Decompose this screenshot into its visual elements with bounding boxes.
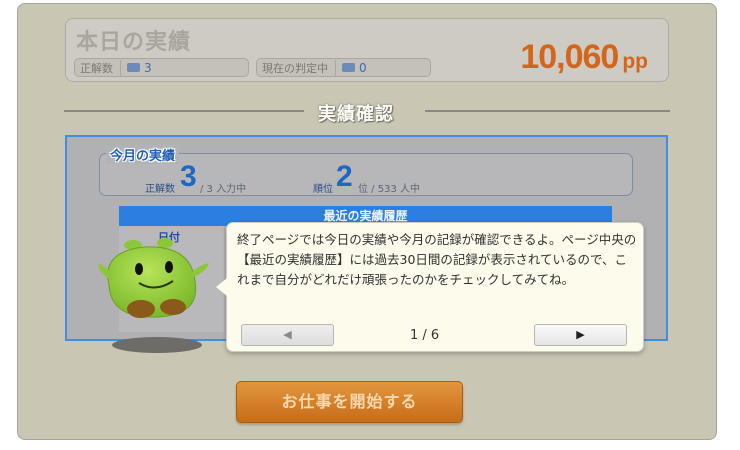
correct-count-label: 正解数: [80, 59, 121, 76]
month-rank-value: 2: [336, 160, 353, 193]
points-display: 10,060 pp: [520, 38, 648, 77]
correct-count-value: 3: [144, 60, 152, 75]
section-title: 実績確認: [318, 104, 394, 125]
month-correct-sub: / 3 入力中: [200, 184, 247, 195]
month-correct-value: 3: [180, 160, 197, 193]
tutorial-prev-button[interactable]: ◀: [241, 324, 334, 346]
points-value: 10,060: [520, 38, 619, 76]
today-summary-title: 本日の実績: [76, 30, 192, 55]
section-divider-right: [425, 110, 670, 112]
tutorial-next-button[interactable]: ▶: [534, 324, 627, 346]
judging-count-value: 0: [359, 60, 367, 75]
start-work-button[interactable]: お仕事を開始する: [236, 381, 463, 423]
month-results-label: 今月の実績: [106, 145, 180, 164]
month-rank-sub: 位 / 533 人中: [358, 184, 420, 195]
judging-count-label: 現在の判定中: [262, 59, 336, 76]
keyboard-icon: [127, 63, 140, 72]
judging-count-stat: 現在の判定中 0: [256, 58, 431, 77]
month-correct-label: 正解数: [145, 184, 175, 195]
triangle-left-icon: ◀: [283, 328, 292, 341]
correct-count-stat: 正解数 3: [74, 58, 249, 77]
bubble-tail: [216, 278, 227, 296]
mascot-icon: [98, 238, 209, 318]
points-unit: pp: [622, 50, 648, 73]
tutorial-page-indicator: 1 / 6: [410, 328, 440, 343]
tutorial-text: 終了ページでは今日の実績や今月の記録が確認できるよ。ページ中央の【最近の実績履歴…: [237, 232, 637, 287]
keyboard-icon: [342, 63, 355, 72]
section-divider-left: [64, 110, 304, 112]
month-rank-label: 順位: [313, 184, 333, 195]
triangle-right-icon: ▶: [576, 328, 585, 341]
